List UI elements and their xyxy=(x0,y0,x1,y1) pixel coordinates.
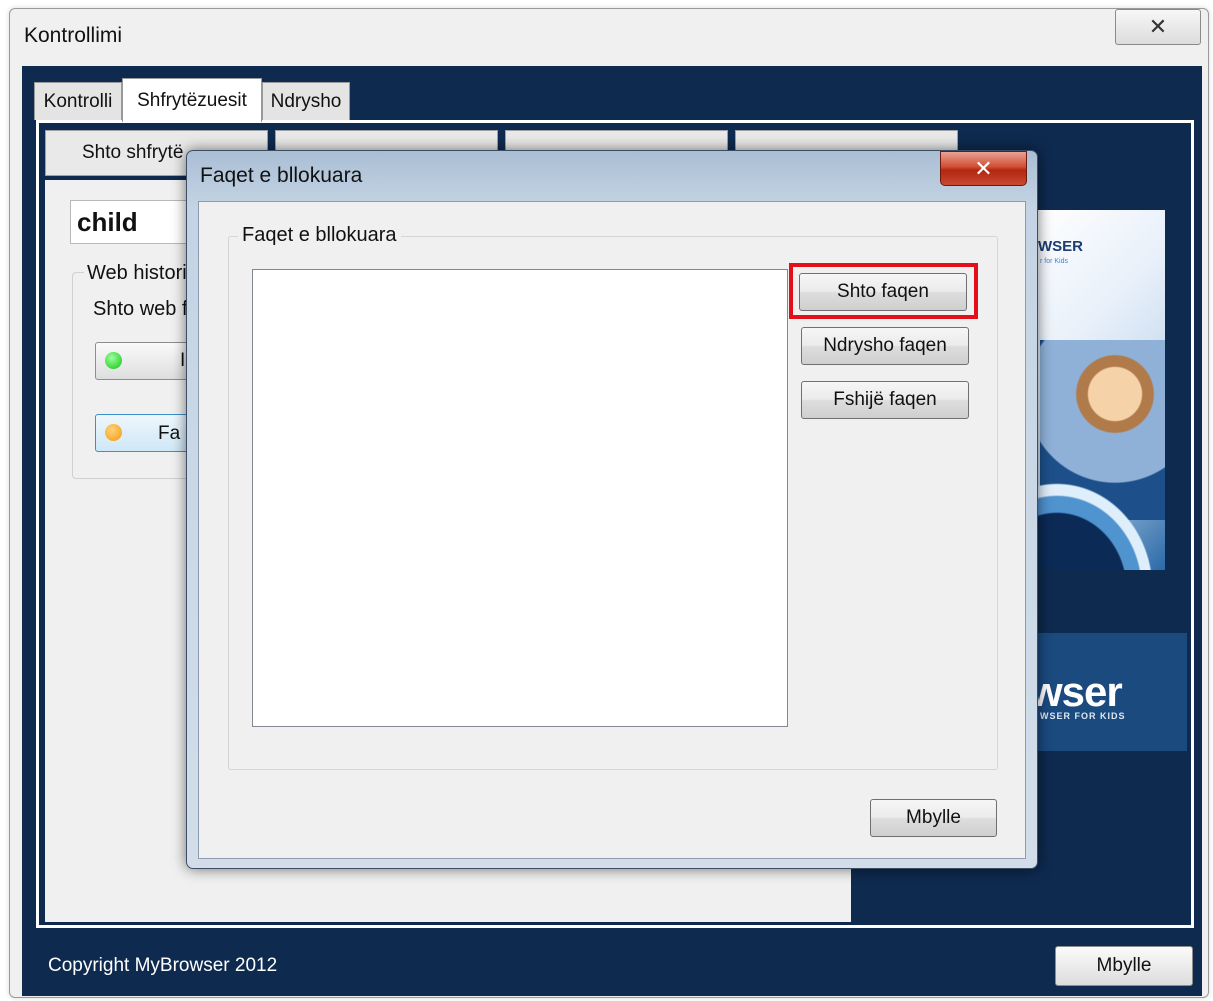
window-title: Kontrollimi xyxy=(24,24,123,47)
dialog-close-action-button[interactable]: Mbylle xyxy=(870,799,997,837)
blocked-pages-group-label: Faqet e bllokuara xyxy=(238,224,401,247)
brand-logo-text: wser xyxy=(1030,668,1123,715)
tab-kontrolli[interactable]: Kontrolli xyxy=(34,82,122,120)
brand-tagline: WSER FOR KIDS xyxy=(1040,711,1126,721)
copyright-text: Copyright MyBrowser 2012 xyxy=(48,955,278,976)
main-close-button[interactable]: Mbylle xyxy=(1055,946,1193,986)
dialog-close-button[interactable]: ✕ xyxy=(940,151,1027,186)
allowed-sites-label: I xyxy=(180,350,186,371)
highlight-annotation xyxy=(789,263,978,319)
web-history-label: Web histori xyxy=(84,262,190,285)
delete-page-button[interactable]: Fshijë faqen xyxy=(801,381,969,419)
tab-shfrytezuesit[interactable]: Shfrytëzuesit xyxy=(122,78,262,122)
tab-ndrysho[interactable]: Ndrysho xyxy=(262,82,350,120)
add-web-label: Shto web f xyxy=(93,298,188,320)
orange-dot-icon xyxy=(105,424,122,441)
product-wave xyxy=(1030,470,1165,570)
close-icon: ✕ xyxy=(974,155,993,181)
blocked-sites-label: Fa xyxy=(158,423,181,444)
edit-page-button[interactable]: Ndrysho faqen xyxy=(801,327,969,365)
window-close-button[interactable]: ✕ xyxy=(1115,9,1201,45)
product-box-subtitle: r for Kids xyxy=(1040,258,1069,265)
green-dot-icon xyxy=(105,352,122,369)
blocked-pages-list[interactable] xyxy=(252,269,788,727)
dialog-title: Faqet e bllokuara xyxy=(200,164,363,187)
close-icon: ✕ xyxy=(1148,14,1168,39)
product-box-title: WSER xyxy=(1038,238,1083,255)
